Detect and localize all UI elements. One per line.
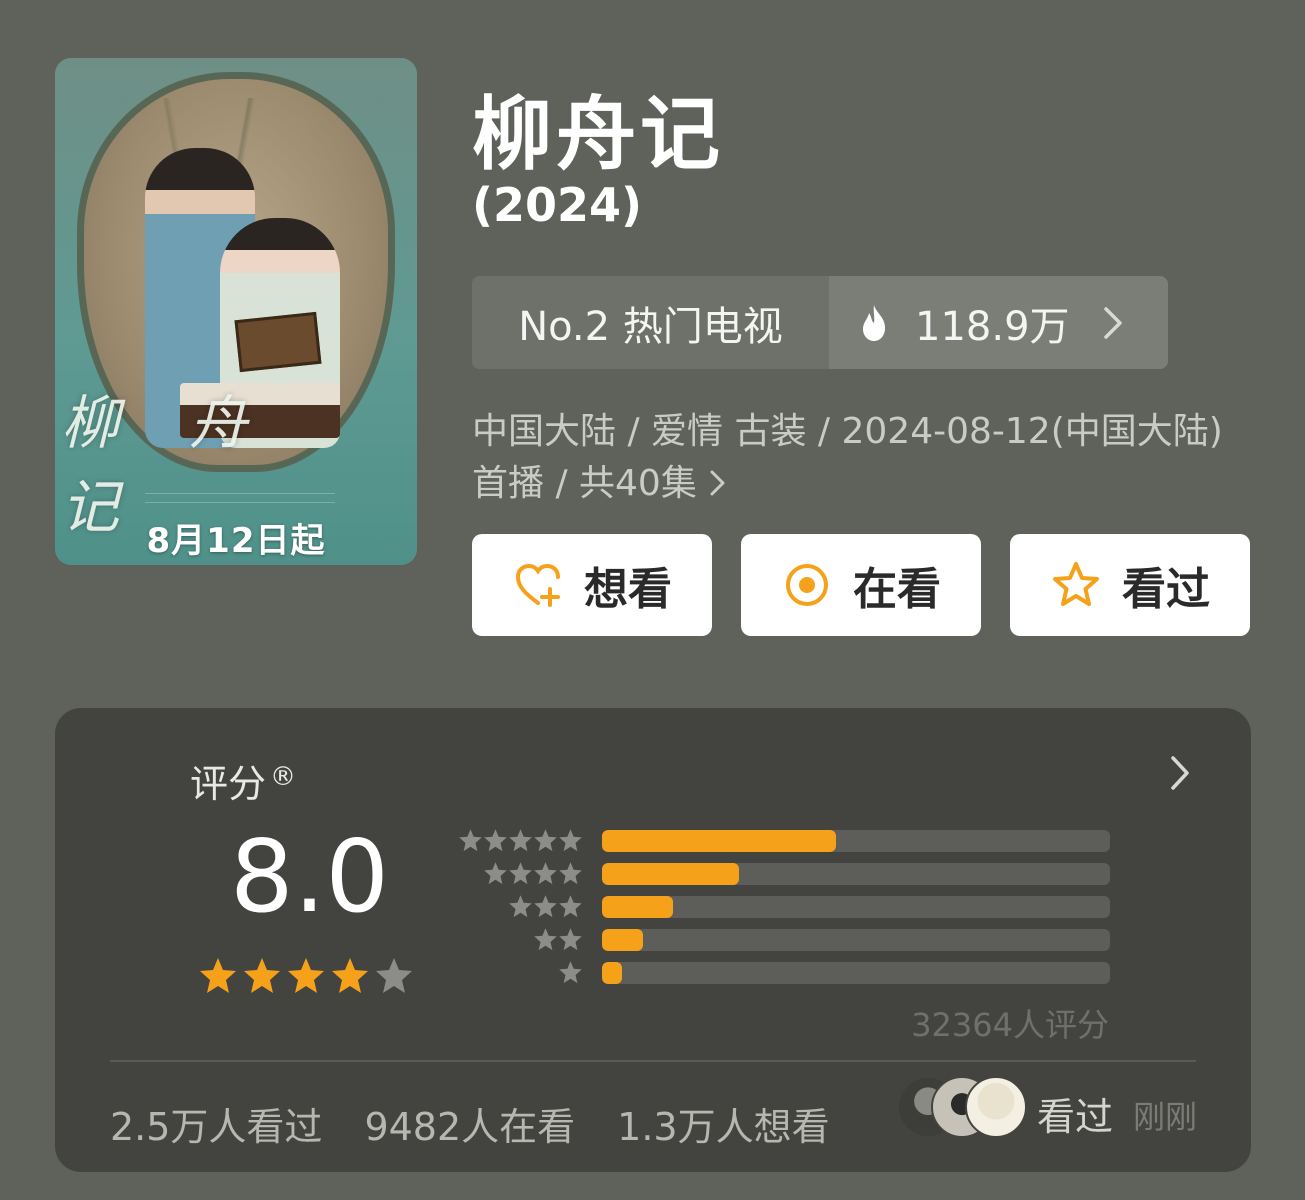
watching-button[interactable]: 在看	[741, 534, 981, 636]
star-icon	[459, 829, 482, 852]
rating-label-text: 评分	[190, 762, 267, 806]
recent-activity-time: 刚刚	[1133, 1098, 1198, 1136]
rating-bar-fill	[602, 962, 623, 984]
star-icon	[534, 895, 557, 918]
divider	[110, 1060, 1196, 1062]
star-empty-icon	[376, 958, 412, 993]
avatar	[965, 1076, 1027, 1138]
star-filled-icon	[244, 958, 280, 993]
stat-want: 1.3万人想看	[617, 1105, 830, 1149]
meta-info[interactable]: 中国大陆 / 爱情 古装 / 2024-08-12(中国大陆)首播 / 共40集	[472, 406, 1232, 510]
watched-button[interactable]: 看过	[1010, 534, 1250, 636]
rating-bar-fill	[602, 896, 674, 918]
star-filled-icon	[332, 958, 368, 993]
rating-bar-2-star	[455, 927, 1115, 953]
rating-bar-fill	[602, 830, 836, 852]
star-filled-icon	[288, 958, 324, 993]
want-to-watch-button[interactable]: 想看	[472, 534, 712, 636]
rating-card[interactable]: 评分 ® 8.0 32364人评分 2.5万人看过 9482人在看 1.3万人想看…	[55, 708, 1251, 1172]
rating-bar-track	[602, 962, 1110, 984]
star-icon	[484, 829, 507, 852]
want-to-watch-label: 想看	[584, 564, 672, 615]
meta-text: 中国大陆 / 爱情 古装 / 2024-08-12(中国大陆)首播 / 共40集	[472, 411, 1223, 504]
page-title: 柳舟记	[472, 88, 724, 181]
watch-stats: 2.5万人看过 9482人在看 1.3万人想看	[110, 1096, 830, 1151]
rating-label: 评分 ®	[190, 753, 296, 808]
release-year: (2024)	[472, 178, 643, 232]
rating-count: 32364人评分	[911, 1006, 1109, 1044]
chevron-right-icon[interactable]	[1169, 754, 1191, 792]
rating-bar-stars	[483, 861, 583, 887]
rank-pill[interactable]: No.2 热门电视 118.9万	[472, 276, 1168, 369]
stat-watching: 9482人在看	[364, 1105, 576, 1149]
stat-watched: 2.5万人看过	[110, 1105, 323, 1149]
star-icon	[534, 928, 557, 951]
rating-bar-track	[602, 863, 1110, 885]
rating-bar-stars	[533, 927, 583, 953]
star-icon	[509, 862, 532, 885]
poster-date: 8月12日起	[146, 521, 326, 561]
registered-mark: ®	[270, 762, 297, 792]
chevron-right-icon	[710, 470, 725, 496]
star-icon	[534, 862, 557, 885]
score-stars	[198, 956, 418, 1000]
star-icon	[559, 829, 582, 852]
star-icon	[509, 829, 532, 852]
rating-bar-5-star	[455, 828, 1115, 854]
rating-bar-1-star	[455, 960, 1115, 986]
recent-activity-label: 看过	[1037, 1095, 1114, 1139]
rating-bar-stars	[458, 828, 583, 854]
star-filled-icon	[200, 958, 236, 993]
rating-bar-fill	[602, 863, 740, 885]
rating-bar-stars	[558, 960, 583, 986]
heart-plus-icon	[515, 563, 560, 607]
rating-bar-3-star	[455, 894, 1115, 920]
watching-label: 在看	[853, 564, 941, 615]
rating-score: 8.0	[230, 818, 390, 935]
star-icon	[484, 862, 507, 885]
star-icon	[559, 862, 582, 885]
rating-bar-track	[602, 830, 1110, 852]
star-icon	[559, 928, 582, 951]
watched-label: 看过	[1122, 564, 1210, 615]
poster-image[interactable]: 柳舟记 8月12日起	[55, 58, 417, 565]
rating-bar-fill	[602, 929, 643, 951]
rating-bar-track	[602, 896, 1110, 918]
star-icon	[559, 895, 582, 918]
rating-bar-stars	[508, 894, 583, 920]
movie-detail-page: 柳舟记 8月12日起 柳舟记 (2024) No.2 热门电视 118.9万 中…	[0, 0, 1305, 1200]
poster-fine-print	[145, 493, 335, 503]
poster-book	[234, 311, 322, 373]
star-icon	[509, 895, 532, 918]
flame-icon	[863, 304, 885, 341]
star-icon	[559, 961, 582, 984]
rank-label: No.2 热门电视	[472, 276, 829, 369]
heat-value: 118.9万	[915, 303, 1070, 350]
star-outline-icon	[1053, 562, 1099, 606]
heat-section: 118.9万	[829, 276, 1168, 369]
target-dot-icon	[786, 564, 828, 606]
chevron-right-icon	[1103, 306, 1122, 339]
recent-avatars[interactable]	[897, 1076, 1027, 1138]
action-buttons: 想看 在看 看过	[472, 534, 1252, 636]
star-icon	[534, 829, 557, 852]
rating-bar-track	[602, 929, 1110, 951]
rating-bar-4-star	[455, 861, 1115, 887]
